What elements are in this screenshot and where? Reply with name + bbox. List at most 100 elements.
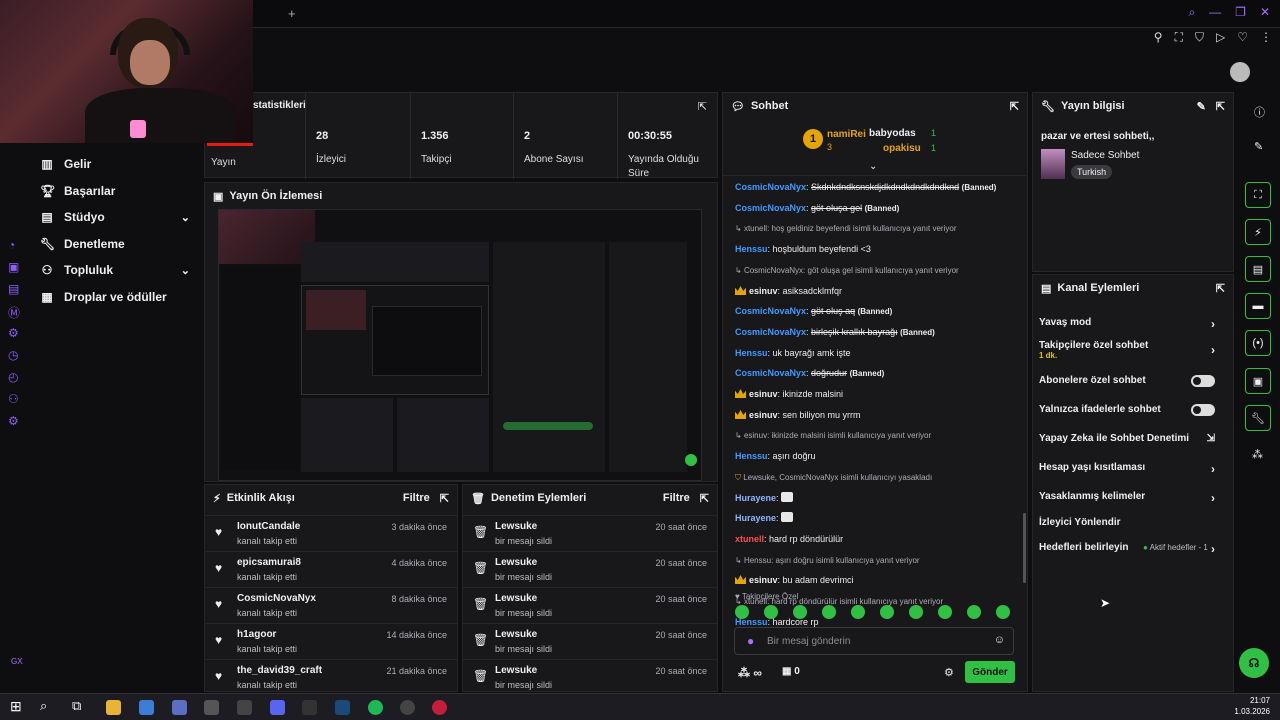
- popout-icon[interactable]: ⇱: [700, 492, 709, 505]
- list-item[interactable]: 🗑︎ Lewsuke bir mesajı sildi 20 saat önce: [463, 551, 717, 587]
- list-item[interactable]: ♥ IonutCandale kanalı takip etti 3 dakika ö…: [205, 515, 457, 551]
- marker-button[interactable]: ▤: [1245, 256, 1271, 282]
- play-icon[interactable]: ▷: [1216, 30, 1225, 45]
- chat-message[interactable]: CosmicNovaNyx: birleşik krallık bayrağı …: [735, 326, 935, 339]
- list-item[interactable]: 🗑︎ Lewsuke bir mesajı sildi 20 saat önce: [463, 623, 717, 659]
- chat-username[interactable]: Henssu: [735, 244, 768, 254]
- chat-username[interactable]: CosmicNovaNyx: [735, 368, 806, 378]
- stream-preview-video[interactable]: [218, 209, 702, 481]
- category-name[interactable]: Sadece Sohbet: [1071, 150, 1139, 161]
- mic-icon[interactable]: ●: [747, 634, 754, 648]
- list-item[interactable]: ♥ the_david39_craft kanalı takip etti 21 da…: [205, 659, 457, 695]
- points-icon[interactable]: ⁂: [1252, 448, 1263, 461]
- pin-icon[interactable]: ⚲: [1154, 30, 1163, 45]
- analytics-icon[interactable]: ◔: [8, 238, 24, 254]
- list-item[interactable]: ♥ epicsamurai8 kanalı takip etti 4 dakika ö…: [205, 551, 457, 587]
- list-item[interactable]: ♥ CosmicNovaNyx kanalı takip etti 8 dakika …: [205, 587, 457, 623]
- gear-icon[interactable]: ⚙: [8, 414, 24, 430]
- emote-icon[interactable]: [822, 605, 836, 619]
- community-icon[interactable]: ⚇: [8, 392, 24, 408]
- settings-icon[interactable]: ⚙: [8, 326, 24, 342]
- action-slow-mode[interactable]: Yavaş mod ›: [1039, 317, 1225, 331]
- send-button[interactable]: Gönder: [965, 661, 1015, 683]
- sidebar-item-denetleme[interactable]: 🔧︎ Denetleme: [40, 233, 190, 255]
- discord-icon[interactable]: [270, 700, 285, 715]
- emote-only-toggle[interactable]: [1191, 404, 1215, 416]
- chat-message[interactable]: Hurayene:: [735, 492, 796, 504]
- lightning-button[interactable]: ⚡︎: [1245, 219, 1271, 245]
- history-icon[interactable]: ◷: [8, 348, 24, 364]
- emote-icon[interactable]: [938, 605, 952, 619]
- chat-username[interactable]: xtunell: [735, 534, 764, 544]
- chat-username[interactable]: Hurayene: [735, 513, 776, 523]
- tag-chip[interactable]: Turkish: [1071, 165, 1113, 179]
- action-ai-moderation[interactable]: Yapay Zeka ile Sohbet Denetimi ⇲: [1039, 433, 1225, 444]
- popout-icon[interactable]: ⇱: [1216, 100, 1225, 113]
- filter-button[interactable]: Filtre: [403, 492, 430, 504]
- category-thumbnail[interactable]: [1041, 149, 1065, 179]
- chat-message[interactable]: CosmicNovaNyx: göt oluşa gel (Banned): [735, 202, 899, 215]
- sidebar-item-topluluk[interactable]: ⚇ Topluluk ⌄: [40, 259, 190, 281]
- chat-scrollbar[interactable]: [1023, 513, 1026, 583]
- popout-icon[interactable]: ⇱: [440, 492, 449, 505]
- chat-username[interactable]: CosmicNovaNyx: [735, 306, 806, 316]
- chat-message[interactable]: xtunell: hard rp döndürülür: [735, 533, 843, 545]
- app-icon[interactable]: [139, 700, 154, 715]
- action-account-age[interactable]: Hesap yaşı kısıtlaması ›: [1039, 462, 1225, 476]
- emote-icon[interactable]: [851, 605, 865, 619]
- mail-icon[interactable]: Ⓜ: [8, 304, 24, 320]
- mod-tools-button[interactable]: 🔧︎: [1245, 405, 1271, 431]
- chat-message[interactable]: esinuv: bu adam devrimci: [735, 574, 854, 586]
- edit-icon[interactable]: ✎: [1197, 100, 1206, 113]
- list-item[interactable]: ♥ h1agoor kanalı takip etti 14 dakika önce: [205, 623, 457, 659]
- expand-icon[interactable]: ⌄: [869, 161, 877, 172]
- search-icon[interactable]: ⌕: [40, 698, 47, 714]
- sidebar-item-droplar[interactable]: ▦ Droplar ve ödüller: [40, 286, 210, 308]
- list-item[interactable]: 🗑︎ Lewsuke bir mesajı sildi 20 saat önce: [463, 587, 717, 623]
- task-view-icon[interactable]: ⧉: [72, 698, 81, 714]
- support-button[interactable]: ☊: [1239, 648, 1269, 678]
- app-icon[interactable]: [204, 700, 219, 715]
- chat-input[interactable]: Bir mesaj gönderin: [767, 636, 850, 647]
- close-icon[interactable]: ✕: [1260, 5, 1270, 20]
- steam-icon[interactable]: [335, 700, 350, 715]
- leader-name[interactable]: namiRei: [827, 129, 866, 140]
- filter-button[interactable]: Filtre: [663, 492, 690, 504]
- ads-button[interactable]: ▣: [1245, 368, 1271, 394]
- windows-start-icon[interactable]: ⊞: [10, 698, 22, 715]
- app-icon[interactable]: [172, 700, 187, 715]
- emote-icon[interactable]: [735, 605, 749, 619]
- clip-button[interactable]: ⛶: [1245, 182, 1271, 208]
- opera-gx-icon[interactable]: [432, 700, 447, 715]
- info-icon[interactable]: ⓘ: [1254, 104, 1265, 120]
- chat-reply-context[interactable]: ↳ CosmicNovaNyx: göt oluşa gel isimli ku…: [735, 266, 959, 275]
- chat-message[interactable]: Hurayene:: [735, 512, 796, 524]
- emote-icon[interactable]: [764, 605, 778, 619]
- epic-icon[interactable]: [302, 700, 317, 715]
- chat-username[interactable]: CosmicNovaNyx: [735, 327, 806, 337]
- action-subs-only[interactable]: Abonelere özel sohbet: [1039, 375, 1225, 387]
- broadcast-button[interactable]: (•): [1245, 330, 1271, 356]
- chat-message[interactable]: CosmicNovaNyx: doğrudur (Banned): [735, 367, 884, 380]
- emote-icon[interactable]: [793, 605, 807, 619]
- chat-reply-context[interactable]: ↳ xtunell: hoş geldiniz beyefendi isimli…: [735, 224, 956, 233]
- emote-icon[interactable]: [967, 605, 981, 619]
- bits-counter[interactable]: ▦ 0: [782, 666, 800, 677]
- chat-username[interactable]: esinuv: [749, 575, 778, 585]
- emote-icon[interactable]: [880, 605, 894, 619]
- minimize-icon[interactable]: —: [1209, 5, 1221, 20]
- chat-message[interactable]: esinuv: sen biliyon mu yrrm: [735, 409, 861, 421]
- list-item[interactable]: 🗑︎ Lewsuke bir mesajı sildi 20 saat önce: [463, 515, 717, 551]
- palette-icon[interactable]: ▤: [8, 282, 24, 298]
- chat-username[interactable]: CosmicNovaNyx: [735, 203, 806, 213]
- action-followers-only[interactable]: Takipçilere özel sohbet 1 dk. ›: [1039, 340, 1225, 360]
- chat-username[interactable]: Hurayene: [735, 493, 776, 503]
- chat-settings-icon[interactable]: ⚙: [944, 666, 954, 679]
- popout-icon[interactable]: ⇱: [1216, 282, 1225, 295]
- chat-username[interactable]: Henssu: [735, 348, 768, 358]
- search-icon[interactable]: ⌕: [1188, 5, 1195, 20]
- chat-message[interactable]: CosmicNovaNyx: göt oluş aq (Banned): [735, 305, 892, 318]
- sidebar-item-gelir[interactable]: ▥ Gelir: [40, 153, 190, 175]
- restore-icon[interactable]: ❐: [1235, 5, 1246, 20]
- emote-icon[interactable]: [909, 605, 923, 619]
